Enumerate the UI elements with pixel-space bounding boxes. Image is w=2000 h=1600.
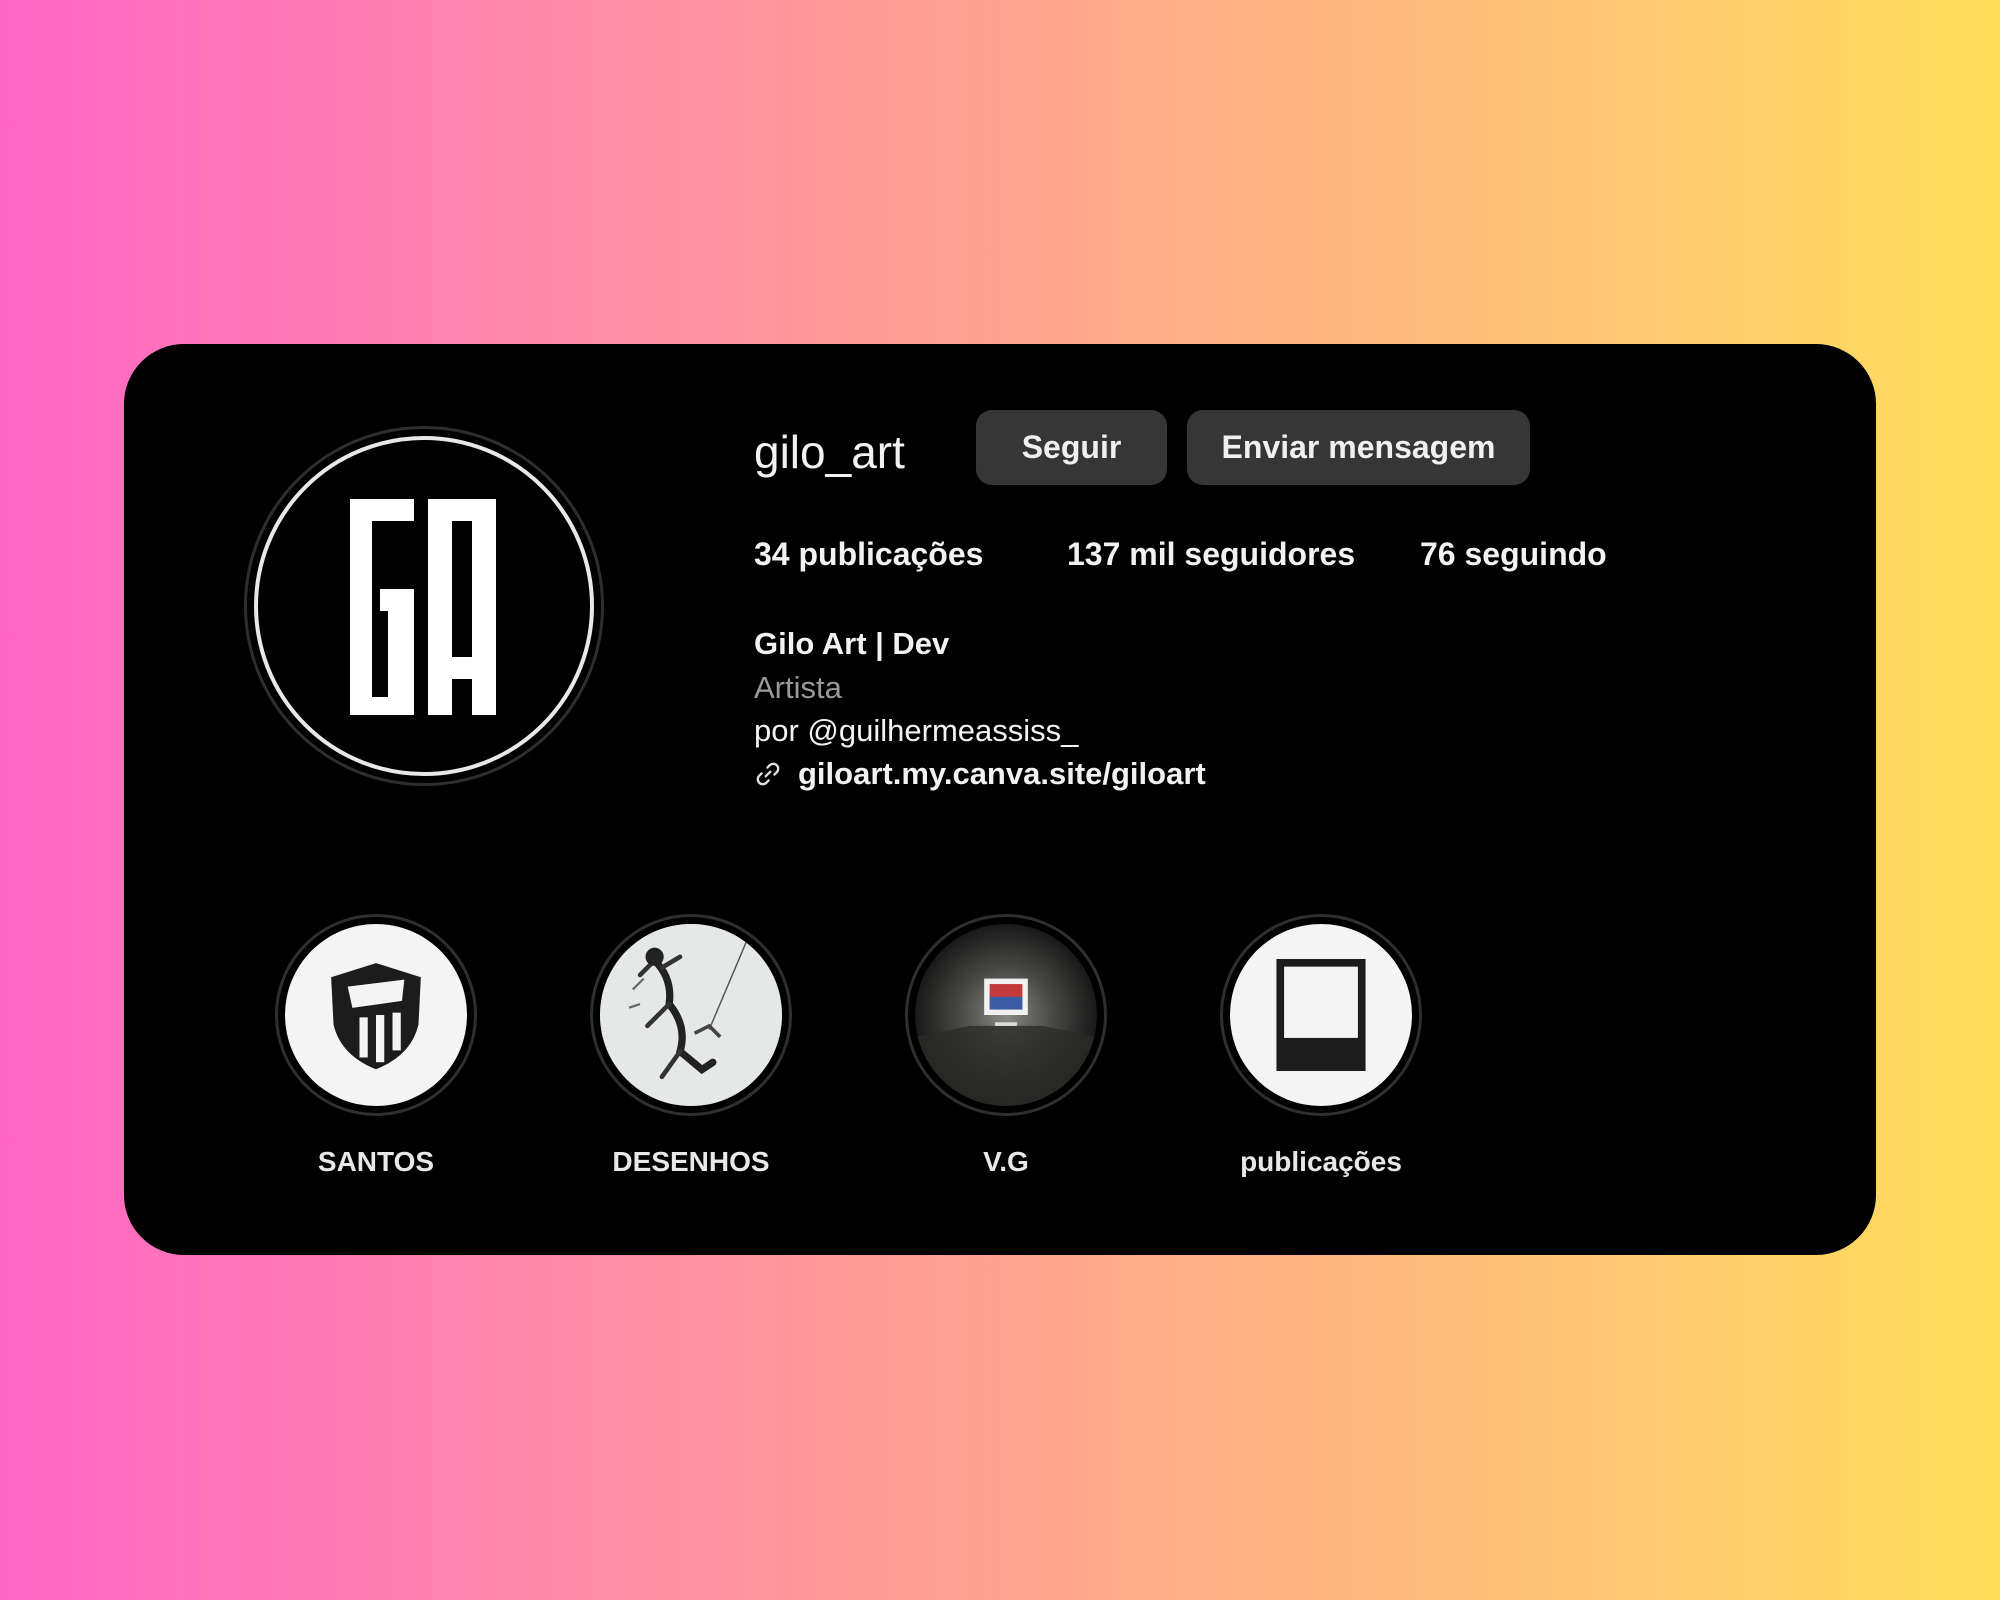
bio-link[interactable]: giloart.my.canva.site/giloart [754, 756, 1206, 792]
profile-card: gilo_art Seguir Enviar mensagem 34 publi… [124, 344, 1876, 1255]
santos-shield-icon [285, 924, 467, 1106]
posts-count[interactable]: 34 publicações [754, 532, 983, 576]
following-count[interactable]: 76 seguindo [1420, 532, 1607, 576]
highlight-ring [905, 914, 1107, 1116]
bio-text: por @guilhermeassiss_ [754, 713, 1079, 748]
highlight-label: DESENHOS [612, 1146, 770, 1177]
link-icon [756, 762, 780, 786]
highlight-label: publicações [1240, 1146, 1402, 1177]
highlight-santos[interactable]: SANTOS [271, 914, 481, 1178]
polaroid-frame-icon [1230, 924, 1412, 1106]
gallery-frame-thumbnail [915, 924, 1097, 1106]
send-message-button[interactable]: Enviar mensagem [1187, 410, 1530, 485]
highlight-label: SANTOS [317, 1146, 435, 1177]
highlight-ring [275, 914, 477, 1116]
bio-name: Gilo Art | Dev [754, 626, 950, 661]
follow-button[interactable]: Seguir [976, 410, 1167, 485]
avatar-ring [254, 436, 594, 776]
highlight-desenhos[interactable]: DESENHOS [586, 914, 796, 1178]
sketch-drawing-thumbnail [600, 924, 782, 1106]
highlight-vg[interactable]: V.G [901, 914, 1111, 1178]
followers-count[interactable]: 137 mil seguidores [1067, 532, 1355, 576]
ga-monogram-logo [350, 499, 496, 715]
highlight-label: V.G [983, 1146, 1029, 1177]
highlight-publicacoes[interactable]: publicações [1216, 914, 1426, 1178]
bio-category: Artista [754, 670, 842, 705]
profile-avatar[interactable] [244, 426, 604, 786]
username: gilo_art [754, 426, 905, 478]
bio-link-text[interactable]: giloart.my.canva.site/giloart [798, 756, 1206, 792]
highlight-ring [1220, 914, 1422, 1116]
highlight-ring [590, 914, 792, 1116]
